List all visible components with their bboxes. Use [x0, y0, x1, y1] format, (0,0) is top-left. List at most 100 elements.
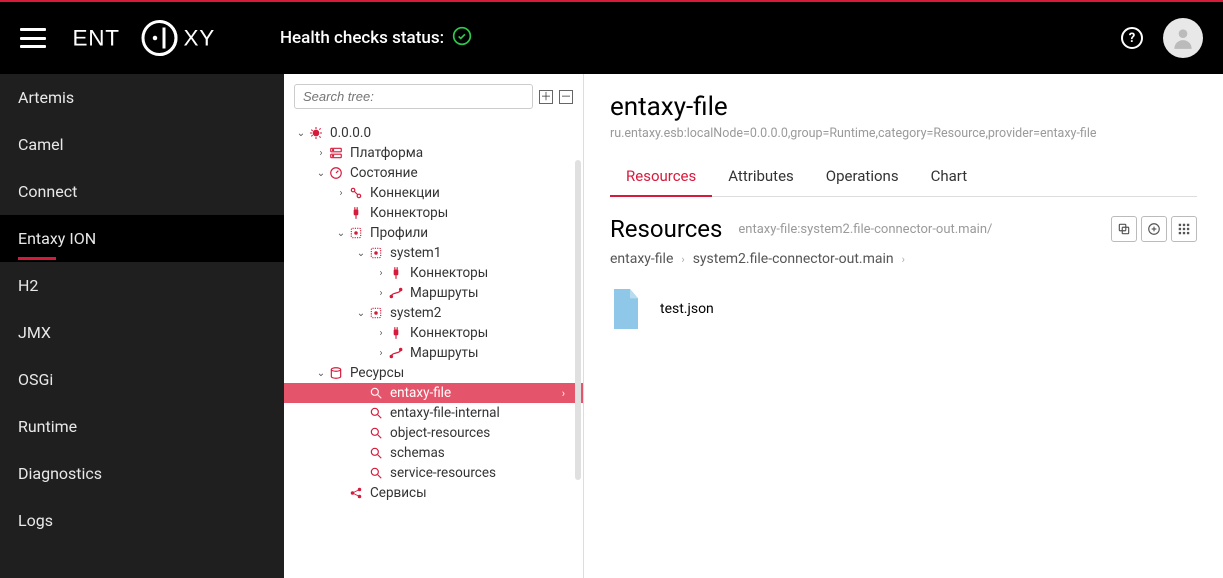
health-ok-icon — [452, 26, 472, 51]
db-icon — [328, 365, 344, 381]
menu-toggle-button[interactable] — [20, 28, 46, 48]
tree-node-resources[interactable]: ⌄ Ресурсы — [284, 363, 583, 383]
add-button[interactable] — [1141, 216, 1167, 242]
tree-label: Коннекции — [370, 185, 440, 201]
plug-icon — [348, 205, 364, 221]
object-path: ru.entaxy.esb:localNode=0.0.0.0,group=Ru… — [610, 126, 1197, 141]
tree-label: object-resources — [390, 425, 490, 441]
nav-item-logs[interactable]: Logs — [0, 497, 284, 544]
tree-collapse-all-button[interactable]: － — [559, 90, 573, 104]
tree-expand-all-button[interactable]: ＋ — [539, 90, 553, 104]
tab-operations[interactable]: Operations — [810, 157, 915, 196]
nav-item-entaxy-ion[interactable]: Entaxy ION — [0, 215, 284, 262]
route-icon — [388, 345, 404, 361]
tree-label: entaxy-file-internal — [390, 405, 500, 421]
tree-label: Платформа — [350, 145, 423, 161]
plus-circle-icon — [1147, 222, 1161, 236]
tree-node-profiles[interactable]: ⌄ Профили — [284, 223, 583, 243]
tab-resources[interactable]: Resources — [610, 157, 712, 197]
tree-label: Маршруты — [410, 345, 479, 361]
brand-logo: ENT XY — [70, 17, 240, 59]
chevron-right-icon: › — [562, 387, 575, 400]
nav-item-diagnostics[interactable]: Diagnostics — [0, 450, 284, 497]
tree-node-connections[interactable]: › Коннекции — [284, 183, 583, 203]
tab-chart[interactable]: Chart — [915, 157, 984, 196]
tree-label: Сервисы — [370, 485, 427, 501]
tree-node-object-resources[interactable]: · object-resources — [284, 423, 583, 443]
gauge-icon — [328, 165, 344, 181]
tree-label: 0.0.0.0 — [330, 125, 371, 141]
tree-label: Коннекторы — [370, 205, 448, 221]
file-row[interactable]: test.json — [610, 283, 1197, 335]
tree-node-s2-connectors[interactable]: › Коннекторы — [284, 323, 583, 343]
target-icon — [368, 245, 384, 261]
main-panel: entaxy-file ru.entaxy.esb:localNode=0.0.… — [584, 74, 1223, 578]
tree-node-entaxy-file[interactable]: · entaxy-file › — [284, 383, 583, 403]
tree-node-schemas[interactable]: · schemas — [284, 443, 583, 463]
tree-search-input[interactable] — [294, 84, 533, 109]
bug-icon — [308, 125, 324, 141]
tree-node-system1[interactable]: ⌄ system1 — [284, 243, 583, 263]
tree-node-services[interactable]: · Сервисы — [284, 483, 583, 503]
tree-node-entaxy-file-internal[interactable]: · entaxy-file-internal — [284, 403, 583, 423]
section-title: Resources — [610, 215, 722, 243]
breadcrumb-item[interactable]: entaxy-file — [610, 251, 673, 267]
tree-label: Ресурсы — [350, 365, 404, 381]
copy-button[interactable] — [1111, 216, 1137, 242]
search-icon — [368, 385, 384, 401]
search-icon — [368, 405, 384, 421]
breadcrumb-item[interactable]: system2.file-connector-out.main — [693, 251, 894, 267]
app-header: ENT XY Health checks status: ? — [0, 2, 1223, 74]
plug-icon — [388, 325, 404, 341]
file-name: test.json — [660, 301, 714, 317]
tree-label: Маршруты — [410, 285, 479, 301]
tree-node-s2-routes[interactable]: › Маршруты — [284, 343, 583, 363]
nav-item-connect[interactable]: Connect — [0, 168, 284, 215]
link-icon — [348, 185, 364, 201]
tree: ⌄ 0.0.0.0 › Платформа ⌄ Состояние — [284, 117, 583, 509]
tree-node-connectors[interactable]: · Коннекторы — [284, 203, 583, 223]
tree-node-state[interactable]: ⌄ Состояние — [284, 163, 583, 183]
plug-icon — [388, 265, 404, 281]
tree-node-s1-connectors[interactable]: › Коннекторы — [284, 263, 583, 283]
entaxy-logo-icon: ENT XY — [70, 17, 240, 59]
tab-attributes[interactable]: Attributes — [712, 157, 810, 196]
nav-item-camel[interactable]: Camel — [0, 121, 284, 168]
search-icon — [368, 465, 384, 481]
tree-label: schemas — [390, 445, 445, 461]
primary-nav: Artemis Camel Connect Entaxy ION H2 JMX … — [0, 74, 284, 578]
nav-item-artemis[interactable]: Artemis — [0, 74, 284, 121]
tree-node-system2[interactable]: ⌄ system2 — [284, 303, 583, 323]
tree-scrollbar[interactable] — [575, 160, 581, 480]
services-icon — [348, 485, 364, 501]
chevron-right-icon: › — [681, 253, 684, 266]
user-avatar-button[interactable] — [1163, 18, 1203, 58]
search-icon — [368, 425, 384, 441]
nav-item-h2[interactable]: H2 — [0, 262, 284, 309]
tree-label: system1 — [390, 245, 441, 261]
health-status: Health checks status: — [280, 26, 472, 51]
help-button[interactable]: ? — [1121, 27, 1143, 49]
server-icon — [328, 145, 344, 161]
profile-icon — [348, 225, 364, 241]
page-title: entaxy-file — [610, 92, 1197, 122]
tab-bar: Resources Attributes Operations Chart — [610, 157, 1197, 197]
tree-node-platform[interactable]: › Платформа — [284, 143, 583, 163]
tree-node-s1-routes[interactable]: › Маршруты — [284, 283, 583, 303]
chevron-right-icon: › — [902, 253, 905, 266]
tree-label: system2 — [390, 305, 441, 321]
grid-view-button[interactable] — [1171, 216, 1197, 242]
tree-node-root[interactable]: ⌄ 0.0.0.0 — [284, 123, 583, 143]
nav-item-jmx[interactable]: JMX — [0, 309, 284, 356]
file-icon — [610, 289, 642, 329]
nav-item-runtime[interactable]: Runtime — [0, 403, 284, 450]
health-status-label: Health checks status: — [280, 28, 444, 48]
tree-node-service-resources[interactable]: · service-resources — [284, 463, 583, 483]
section-subtitle: entaxy-file:system2.file-connector-out.m… — [738, 222, 992, 237]
target-icon — [368, 305, 384, 321]
tree-label: entaxy-file — [390, 385, 451, 401]
user-icon — [1170, 25, 1196, 51]
svg-text:ENT: ENT — [73, 26, 120, 51]
grid-icon — [1177, 222, 1191, 236]
nav-item-osgi[interactable]: OSGi — [0, 356, 284, 403]
